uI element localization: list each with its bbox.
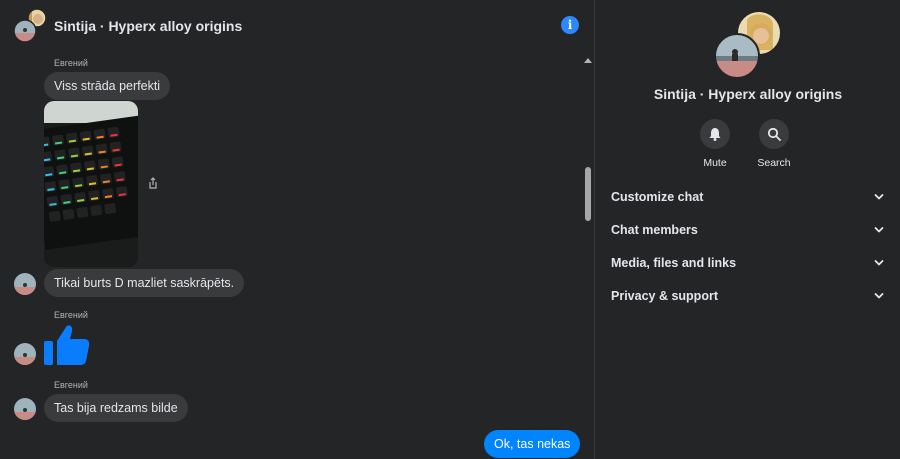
search-icon[interactable] <box>759 119 789 149</box>
mute-label: Mute <box>703 157 727 169</box>
sender-name: Евгений <box>54 310 88 320</box>
section-privacy-support[interactable]: Privacy & support <box>611 286 885 306</box>
keyboard-photo[interactable] <box>44 101 138 267</box>
thumbs-up-icon[interactable] <box>44 323 90 367</box>
conversation-info-panel: Sintija · Hyperx alloy origins Mute Sear… <box>594 0 900 459</box>
conversation-header: Sintija · Hyperx alloy origins i <box>0 0 594 52</box>
chevron-down-icon <box>874 260 884 266</box>
avatar[interactable] <box>14 343 36 365</box>
section-label: Chat members <box>611 223 698 237</box>
conversation-pane: Sintija · Hyperx alloy origins i Евгений… <box>0 0 594 459</box>
chevron-down-icon <box>874 194 884 200</box>
conversation-title[interactable]: Sintija · Hyperx alloy origins <box>54 18 242 34</box>
section-label: Media, files and links <box>611 256 737 270</box>
group-avatar-large[interactable] <box>711 10 785 80</box>
panel-title: Sintija · Hyperx alloy origins <box>653 86 843 102</box>
my-message-bubble[interactable]: Ok, tas nekas <box>484 430 581 458</box>
share-icon[interactable] <box>146 176 160 190</box>
group-avatar[interactable] <box>13 8 48 43</box>
info-icon[interactable]: i <box>561 16 579 34</box>
section-label: Privacy & support <box>611 289 718 303</box>
message-bubble[interactable]: Tas bija redzams bilde <box>44 394 188 422</box>
search-label: Search <box>757 157 791 169</box>
section-label: Customize chat <box>611 190 704 204</box>
avatar[interactable] <box>14 398 36 420</box>
avatar[interactable] <box>14 273 36 295</box>
bell-icon[interactable] <box>700 119 730 149</box>
search-button[interactable]: Search <box>744 119 804 169</box>
section-customize-chat[interactable]: Customize chat <box>611 187 885 207</box>
sender-name: Евгений <box>54 58 88 68</box>
chevron-down-icon <box>874 227 884 233</box>
mute-button[interactable]: Mute <box>685 119 745 169</box>
sender-name: Евгений <box>54 380 88 390</box>
message-bubble[interactable]: Tikai burts D mazliet saskrāpēts. <box>44 269 245 297</box>
section-media-files-links[interactable]: Media, files and links <box>611 253 885 273</box>
scroll-up-arrow-icon[interactable] <box>584 58 592 63</box>
chevron-down-icon <box>874 293 884 299</box>
section-chat-members[interactable]: Chat members <box>611 220 885 240</box>
scrollbar[interactable] <box>582 52 594 459</box>
message-bubble[interactable]: Viss strāda perfekti <box>44 72 171 100</box>
scrollbar-thumb[interactable] <box>585 167 591 221</box>
